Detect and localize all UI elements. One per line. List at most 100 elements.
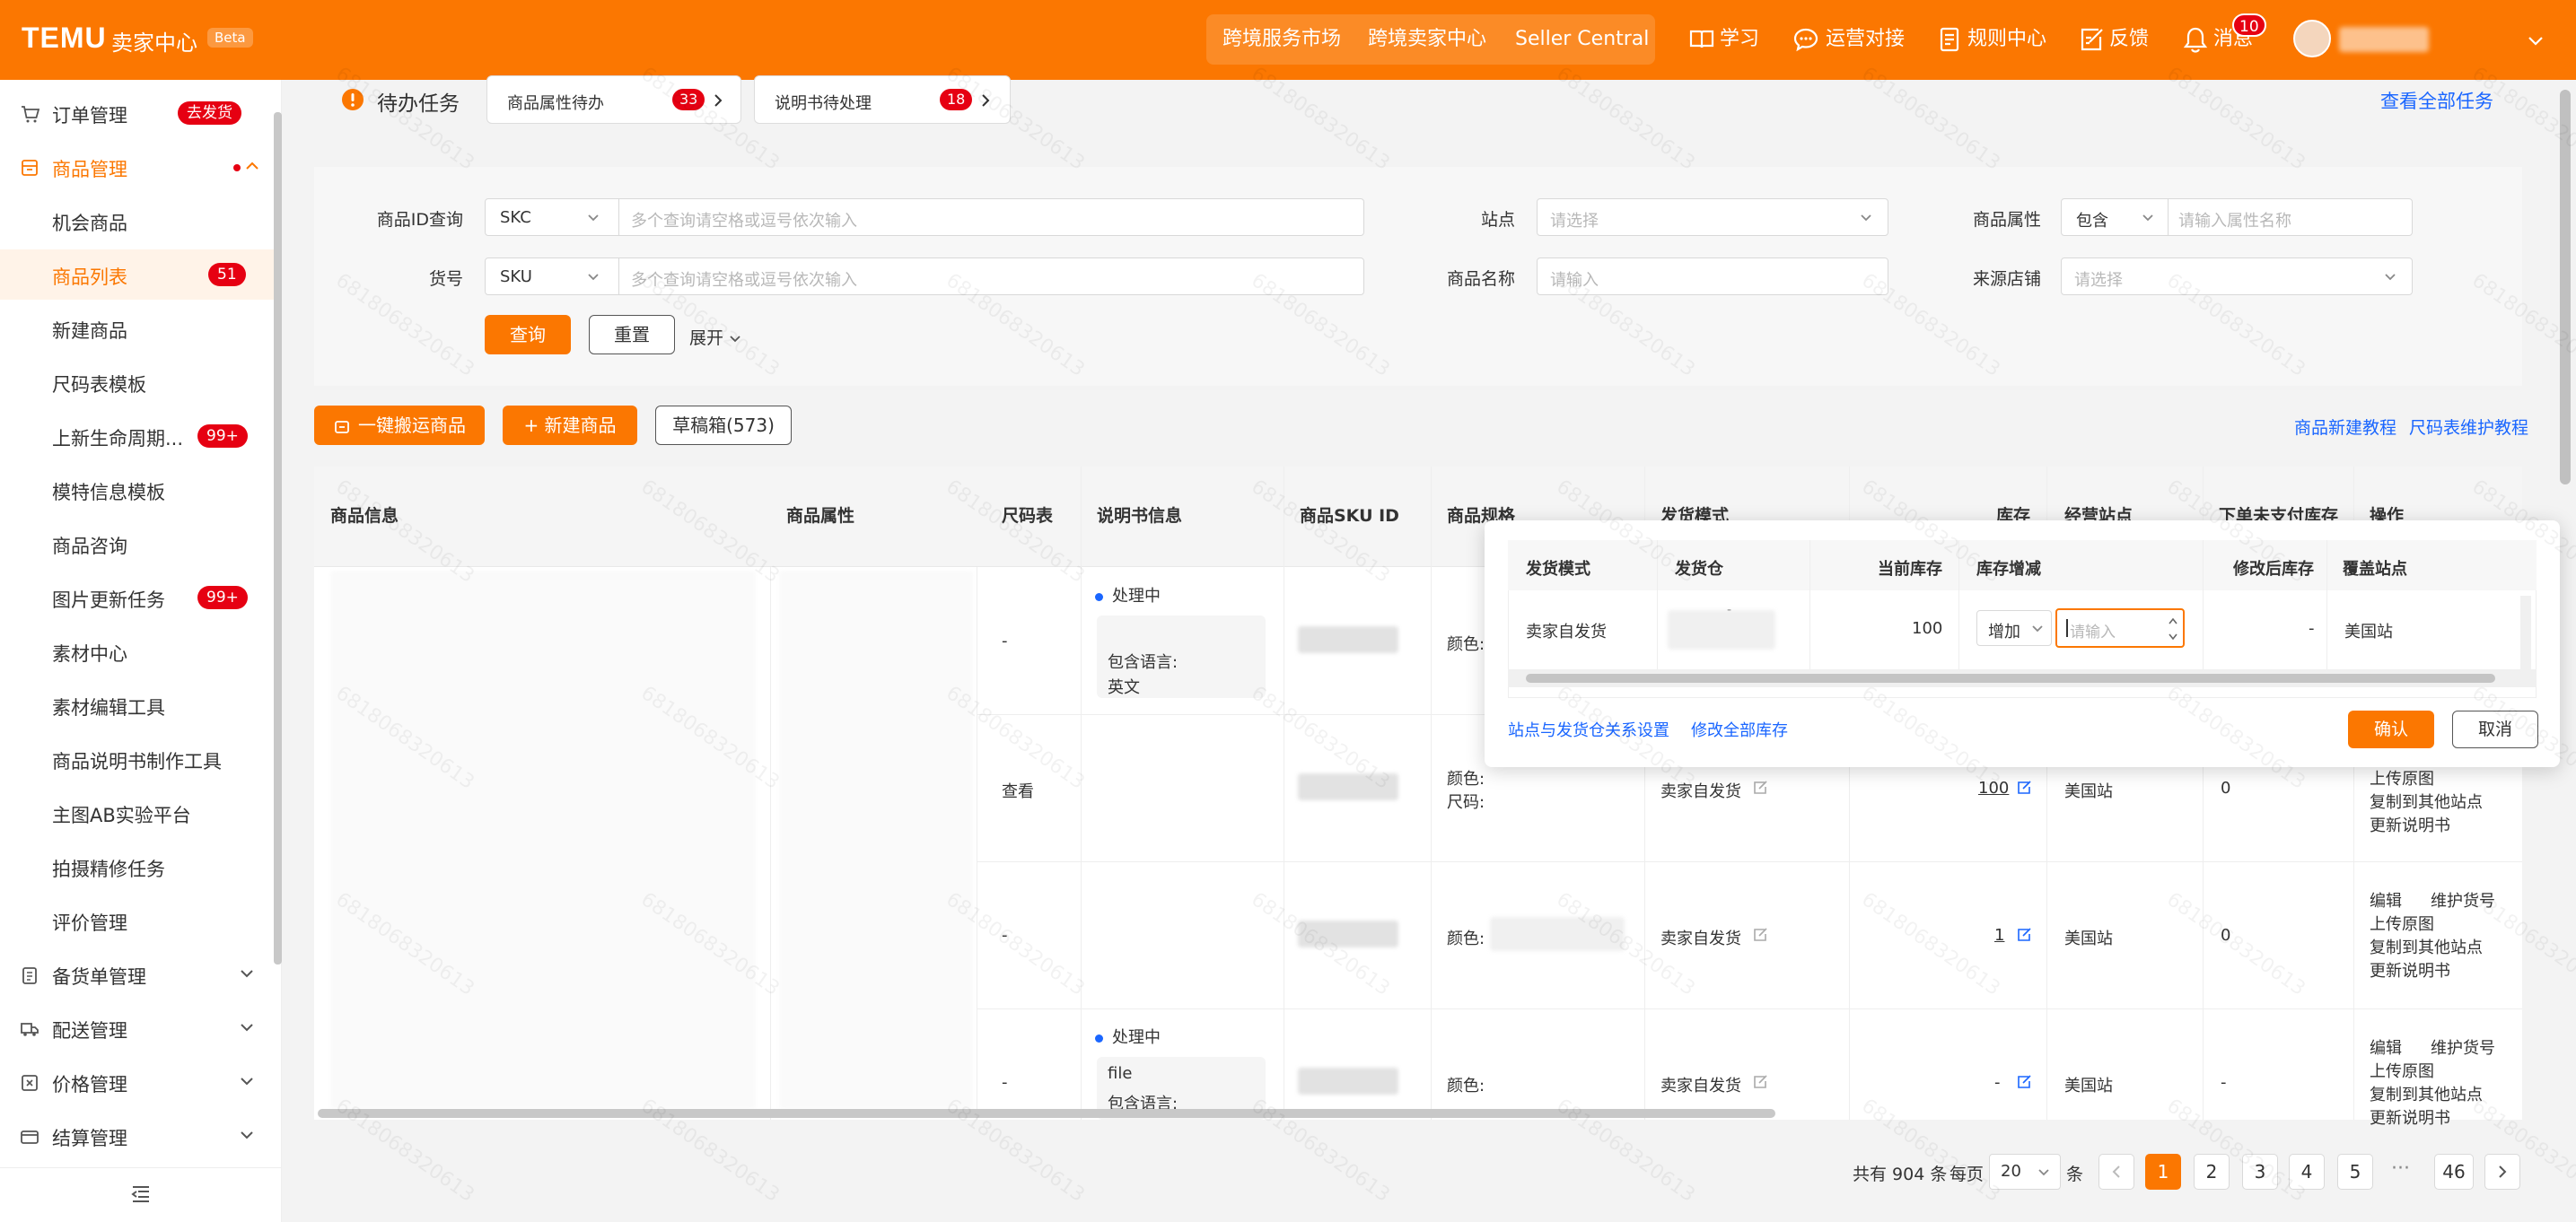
edit-stock-icon[interactable] <box>2016 927 2032 943</box>
sidebar-group-pricing[interactable]: 价格管理 <box>0 1057 282 1107</box>
popup-h-scrollbar[interactable] <box>1508 669 2537 687</box>
edit-icon[interactable] <box>1752 1074 1768 1090</box>
adjust-amount-input[interactable]: 请输入 <box>2055 608 2185 648</box>
copy-to-sites-link[interactable]: 复制到其他站点 <box>2370 1082 2483 1105</box>
edit-icon[interactable] <box>1752 780 1768 796</box>
next-page-button[interactable] <box>2484 1154 2520 1190</box>
item-no-type-select-value[interactable]: SKU <box>500 267 532 286</box>
sidebar-item-lifecycle[interactable]: 上新生命周期... 99+ <box>0 411 275 461</box>
cancel-button[interactable]: 取消 <box>2452 711 2538 748</box>
nav-feedback[interactable]: 反馈 <box>2109 14 2149 65</box>
page-2[interactable]: 2 <box>2194 1154 2230 1190</box>
upload-original-link[interactable]: 上传原图 <box>2370 1059 2434 1082</box>
update-manual-link[interactable]: 更新说明书 <box>2370 1105 2450 1129</box>
confirm-button[interactable]: 确认 <box>2348 711 2434 748</box>
size-table-tutorial-link[interactable]: 尺码表维护教程 <box>2409 415 2528 439</box>
stock-value[interactable]: 100 <box>1978 779 2009 798</box>
copy-to-sites-link[interactable]: 复制到其他站点 <box>2370 935 2483 958</box>
sidebar-item-reviews[interactable]: 评价管理 <box>0 895 275 946</box>
site-warehouse-settings-link[interactable]: 站点与发货仓关系设置 <box>1508 718 1669 741</box>
nav-ops-contact[interactable]: 运营对接 <box>1826 14 1905 65</box>
page-scrollbar[interactable] <box>2560 90 2571 484</box>
stepper-icon[interactable] <box>2167 614 2179 644</box>
edit-link[interactable]: 编辑 <box>2370 1035 2402 1059</box>
sidebar-group-delivery[interactable]: 配送管理 <box>0 1003 282 1053</box>
sidebar-item-consult[interactable]: 商品咨询 <box>0 519 275 569</box>
query-button[interactable]: 查询 <box>485 315 571 354</box>
avatar[interactable] <box>2293 20 2331 57</box>
sidebar-item-assets[interactable]: 素材中心 <box>0 626 275 676</box>
attr-name-input[interactable]: 请输入属性名称 <box>2178 208 2291 231</box>
sidebar-item-photo-retouch[interactable]: 拍摄精修任务 <box>0 842 275 892</box>
sidebar-item-product-list[interactable]: 商品列表 51 <box>0 249 278 300</box>
sidebar-item-opportunity[interactable]: 机会商品 <box>0 196 275 246</box>
attr-mode-select-value[interactable]: 包含 <box>2076 208 2108 231</box>
sidebar-group-settlement[interactable]: 结算管理 <box>0 1111 282 1161</box>
temu-logo[interactable]: TEMU <box>22 22 107 55</box>
nav-rules-center[interactable]: 规则中心 <box>1967 14 2046 65</box>
create-product-button[interactable]: + 新建商品 <box>503 406 637 445</box>
sidebar-scrollbar[interactable] <box>274 112 282 965</box>
prev-page-button[interactable] <box>2098 1154 2134 1190</box>
edit-icon[interactable] <box>1752 927 1768 943</box>
site-select[interactable]: 请选择 <box>1537 198 1888 236</box>
update-manual-link[interactable]: 更新说明书 <box>2370 813 2450 836</box>
one-click-move-button[interactable]: 一键搬运商品 <box>314 406 485 445</box>
page-1[interactable]: 1 <box>2145 1154 2181 1190</box>
sidebar-item-new-product[interactable]: 新建商品 <box>0 303 275 354</box>
market-cross-border-service[interactable]: 跨境服务市场 <box>1222 14 1341 65</box>
product-name-input[interactable]: 请输入 <box>1537 257 1888 295</box>
edit-stock-icon[interactable] <box>2016 1074 2032 1090</box>
id-query-input[interactable]: 多个查询请空格或逗号依次输入 <box>631 208 857 231</box>
username[interactable] <box>2339 27 2429 52</box>
adjust-type-select[interactable]: 增加 <box>1976 610 2052 646</box>
table-scrollbar[interactable] <box>318 1109 1775 1118</box>
collapse-sidebar-icon[interactable] <box>130 1184 152 1204</box>
market-cross-border-seller[interactable]: 跨境卖家中心 <box>1368 14 1486 65</box>
update-manual-link[interactable]: 更新说明书 <box>2370 958 2450 982</box>
page-3[interactable]: 3 <box>2242 1154 2278 1190</box>
sidebar-group-stock-orders[interactable]: 备货单管理 <box>0 949 282 999</box>
nav-learn[interactable]: 学习 <box>1720 14 1759 65</box>
maintain-item-no-link[interactable]: 维护货号 <box>2431 1035 2495 1059</box>
copy-to-sites-link[interactable]: 复制到其他站点 <box>2370 790 2483 813</box>
page-last[interactable]: 46 <box>2434 1154 2474 1190</box>
stock-value[interactable]: 1 <box>1994 926 2004 945</box>
upload-original-link[interactable]: 上传原图 <box>2370 912 2434 935</box>
maintain-item-no-link[interactable]: 维护货号 <box>2431 888 2495 912</box>
sidebar-group-orders[interactable]: 订单管理 去发货 <box>0 88 282 138</box>
task-attributes-button[interactable]: 商品属性待办 33 <box>486 75 741 124</box>
popup-v-scrollbar[interactable] <box>2520 596 2531 673</box>
edit-link[interactable]: 编辑 <box>2370 888 2402 912</box>
product-id-query[interactable]: SKC 多个查询请空格或逗号依次输入 <box>485 198 1364 236</box>
view-all-tasks-link[interactable]: 查看全部任务 <box>2380 87 2493 114</box>
page-5[interactable]: 5 <box>2337 1154 2373 1190</box>
sidebar-item-manual-tool[interactable]: 商品说明书制作工具 <box>0 734 275 784</box>
sidebar-item-size-template[interactable]: 尺码表模板 <box>0 357 275 407</box>
edit-stock-icon[interactable] <box>2016 780 2032 796</box>
sidebar-item-ab-test[interactable]: 主图AB实验平台 <box>0 788 275 838</box>
drafts-button[interactable]: 草稿箱(573) <box>655 406 792 445</box>
expand-toggle[interactable]: 展开 <box>689 325 741 349</box>
sidebar-item-image-tasks[interactable]: 图片更新任务 99+ <box>0 572 275 623</box>
sidebar-group-products[interactable]: 商品管理 <box>0 142 282 192</box>
task-manual-button[interactable]: 说明书待处理 18 <box>754 75 1011 124</box>
scrollbar-thumb[interactable] <box>1526 674 2495 683</box>
chevron-down-icon[interactable] <box>2526 31 2545 50</box>
id-type-select-value[interactable]: SKC <box>500 208 531 227</box>
manual-file-link[interactable]: file <box>1108 1064 1132 1083</box>
product-attr-filter[interactable]: 包含 请输入属性名称 <box>2061 198 2413 236</box>
reset-button[interactable]: 重置 <box>589 315 675 354</box>
view-size-table-link[interactable]: 查看 <box>1002 779 1034 802</box>
page-4[interactable]: 4 <box>2289 1154 2325 1190</box>
page-size-select[interactable]: 20 <box>1989 1154 2061 1190</box>
item-no-input[interactable]: 多个查询请空格或逗号依次输入 <box>631 267 857 291</box>
item-no-query[interactable]: SKU 多个查询请空格或逗号依次输入 <box>485 257 1364 295</box>
tutorial-link[interactable]: 商品新建教程 <box>2294 415 2396 439</box>
upload-original-link[interactable]: 上传原图 <box>2370 766 2434 790</box>
modify-all-stock-link[interactable]: 修改全部库存 <box>1691 718 1788 741</box>
page-ellipsis[interactable]: ··· <box>2391 1157 2410 1180</box>
sidebar-item-model-template[interactable]: 模特信息模板 <box>0 465 275 515</box>
source-store-select[interactable]: 请选择 <box>2061 257 2413 295</box>
market-seller-central[interactable]: Seller Central <box>1515 14 1649 65</box>
